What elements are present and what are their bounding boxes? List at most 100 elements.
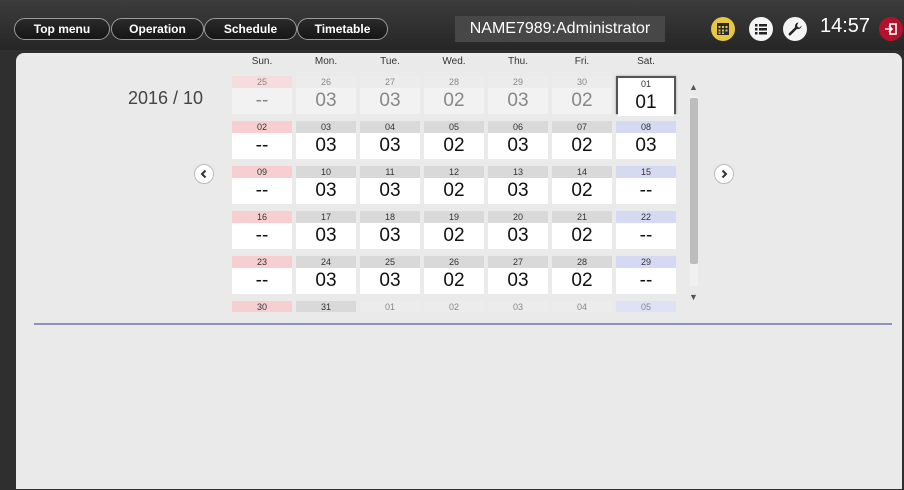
month-label: 2016 / 10	[128, 88, 204, 108]
day-header: Tue.	[380, 56, 400, 67]
calendar-day-cell[interactable]: 27 03	[488, 256, 548, 294]
day-number: 04	[360, 121, 420, 133]
calendar-day-cell[interactable]: 14 02	[552, 166, 612, 204]
calendar-day-cell[interactable]: 12 02	[424, 166, 484, 204]
calendar-day-cell[interactable]: 10 03	[296, 166, 356, 204]
calendar-day-cell[interactable]: 07 02	[552, 121, 612, 159]
calendar-day-cell[interactable]: 26 02	[424, 256, 484, 294]
day-header: Mon.	[314, 56, 338, 67]
operation-button[interactable]: Operation	[111, 18, 204, 40]
day-header: Sat.	[637, 56, 655, 67]
day-header: Sun.	[251, 56, 273, 67]
day-number: 25	[232, 76, 292, 88]
wrench-icon[interactable]	[783, 17, 807, 41]
calendar-day-cell[interactable]: 30 02	[552, 76, 612, 114]
day-number: 30	[552, 76, 612, 88]
calendar-day-cell[interactable]: 02	[424, 301, 484, 312]
calendar-day-cell[interactable]: 22 --	[616, 211, 676, 249]
day-number: 27	[488, 256, 548, 268]
day-number: 24	[296, 256, 356, 268]
day-value: --	[616, 223, 676, 249]
calendar-day-cell[interactable]: 27 03	[360, 76, 420, 114]
day-number: 05	[424, 121, 484, 133]
day-value: --	[232, 88, 292, 114]
calendar-day-cell[interactable]: 21 02	[552, 211, 612, 249]
scroll-thumb[interactable]	[690, 98, 698, 264]
day-header-row: Sun. Mon. Tue. Wed. Thu. Fri. Sat.	[232, 54, 682, 72]
calendar-day-cell[interactable]: 04	[552, 301, 612, 312]
day-number: 16	[232, 211, 292, 223]
calendar-day-cell[interactable]: 03	[488, 301, 548, 312]
calendar-day-cell[interactable]: 31	[296, 301, 356, 312]
day-value: 03	[360, 178, 420, 204]
calendar-day-cell[interactable]: 06 03	[488, 121, 548, 159]
calendar-icon[interactable]	[711, 17, 735, 41]
calendar-day-cell[interactable]: 05 02	[424, 121, 484, 159]
calendar-day-cell[interactable]: 29 03	[488, 76, 548, 114]
calendar-day-cell[interactable]: 25 03	[360, 256, 420, 294]
next-month-button[interactable]	[714, 164, 734, 184]
logout-icon[interactable]	[879, 17, 903, 41]
day-value: 03	[488, 268, 548, 294]
day-number: 17	[296, 211, 356, 223]
list-icon[interactable]	[749, 17, 773, 41]
day-number: 27	[360, 76, 420, 88]
calendar-day-cell[interactable]: 18 03	[360, 211, 420, 249]
calendar-day-cell[interactable]: 03 03	[296, 121, 356, 159]
calendar-day-cell[interactable]: 02 --	[232, 121, 292, 159]
calendar-day-cell[interactable]: 23 --	[232, 256, 292, 294]
day-number: 05	[616, 301, 676, 312]
calendar-day-cell[interactable]: 28 02	[552, 256, 612, 294]
schedule-button[interactable]: Schedule	[204, 18, 297, 40]
day-value: 02	[424, 268, 484, 294]
day-value: --	[232, 178, 292, 204]
day-value: 02	[552, 223, 612, 249]
day-value: --	[232, 133, 292, 159]
calendar-day-cell[interactable]: 11 03	[360, 166, 420, 204]
calendar-day-cell[interactable]: 09 --	[232, 166, 292, 204]
day-value: 01	[618, 90, 674, 116]
calendar-day-cell[interactable]: 29 --	[616, 256, 676, 294]
calendar-day-cell[interactable]: 19 02	[424, 211, 484, 249]
day-number: 22	[616, 211, 676, 223]
calendar-day-cell[interactable]: 26 03	[296, 76, 356, 114]
calendar-day-cell[interactable]: 05	[616, 301, 676, 312]
day-value: 03	[360, 88, 420, 114]
timetable-button[interactable]: Timetable	[297, 18, 388, 40]
day-number: 28	[552, 256, 612, 268]
day-number: 01	[618, 78, 674, 90]
calendar-day-cell[interactable]: 04 03	[360, 121, 420, 159]
day-number: 28	[424, 76, 484, 88]
day-number: 12	[424, 166, 484, 178]
day-number: 11	[360, 166, 420, 178]
day-header: Fri.	[574, 56, 590, 67]
calendar-day-cell[interactable]: 17 03	[296, 211, 356, 249]
day-header: Thu.	[507, 56, 528, 67]
day-number: 31	[296, 301, 356, 312]
calendar-day-cell[interactable]: 08 03	[616, 121, 676, 159]
scroll-down-button[interactable]: ▼	[687, 290, 700, 304]
calendar-day-cell[interactable]: 30	[232, 301, 292, 312]
top-bar: Top menu Operation Schedule Timetable NA…	[0, 0, 904, 50]
day-number: 03	[296, 121, 356, 133]
calendar-day-cell[interactable]: 16 --	[232, 211, 292, 249]
calendar-day-cell[interactable]: 15 --	[616, 166, 676, 204]
calendar-day-cell[interactable]: 01	[360, 301, 420, 312]
day-number: 19	[424, 211, 484, 223]
top-menu-button[interactable]: Top menu	[14, 18, 110, 40]
calendar-day-cell[interactable]: 25 --	[232, 76, 292, 114]
calendar-day-cell[interactable]: 28 02	[424, 76, 484, 114]
calendar-day-cell[interactable]: 24 03	[296, 256, 356, 294]
scroll-up-button[interactable]: ▲	[687, 80, 700, 94]
day-number: 06	[488, 121, 548, 133]
day-number: 29	[616, 256, 676, 268]
calendar-day-cell[interactable]: 13 03	[488, 166, 548, 204]
day-value: 03	[296, 223, 356, 249]
app-window: Top menu Operation Schedule Timetable NA…	[0, 0, 904, 490]
clock: 14:57	[820, 15, 871, 37]
prev-month-button[interactable]	[194, 164, 214, 184]
calendar-day-cell[interactable]: 20 03	[488, 211, 548, 249]
calendar-day-cell[interactable]: 01 01	[616, 76, 676, 116]
calendar-scrollbar[interactable]: ▲ ▼	[687, 72, 700, 312]
day-value: 03	[360, 133, 420, 159]
